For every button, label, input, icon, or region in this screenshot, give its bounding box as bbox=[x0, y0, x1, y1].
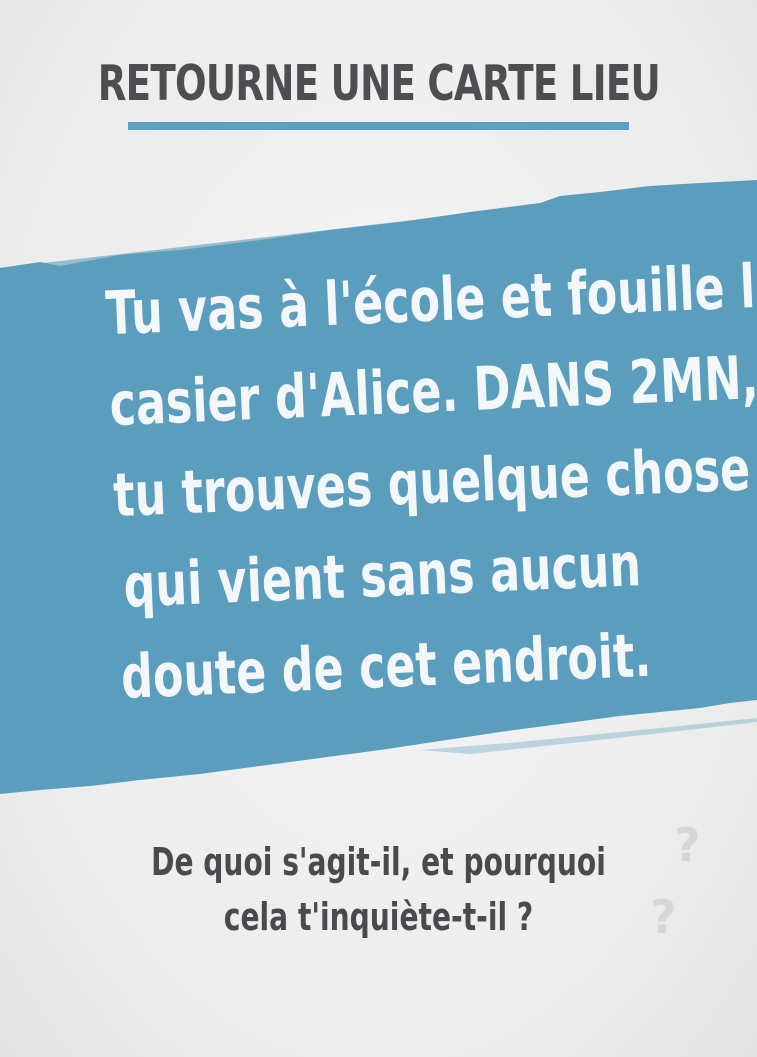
location-card: RETOURNE UNE CARTE LIEU Tu vas à l'école… bbox=[0, 0, 757, 1057]
question-line: cela t'inquiète-t-il ? bbox=[223, 895, 534, 939]
question-line: De quoi s'agit-il, et pourquoi bbox=[151, 840, 606, 884]
card-question: De quoi s'agit-il, et pourquoi cela t'in… bbox=[0, 835, 757, 945]
card-instruction: Tu vas à l'école et fouille le casier d'… bbox=[11, 243, 757, 728]
